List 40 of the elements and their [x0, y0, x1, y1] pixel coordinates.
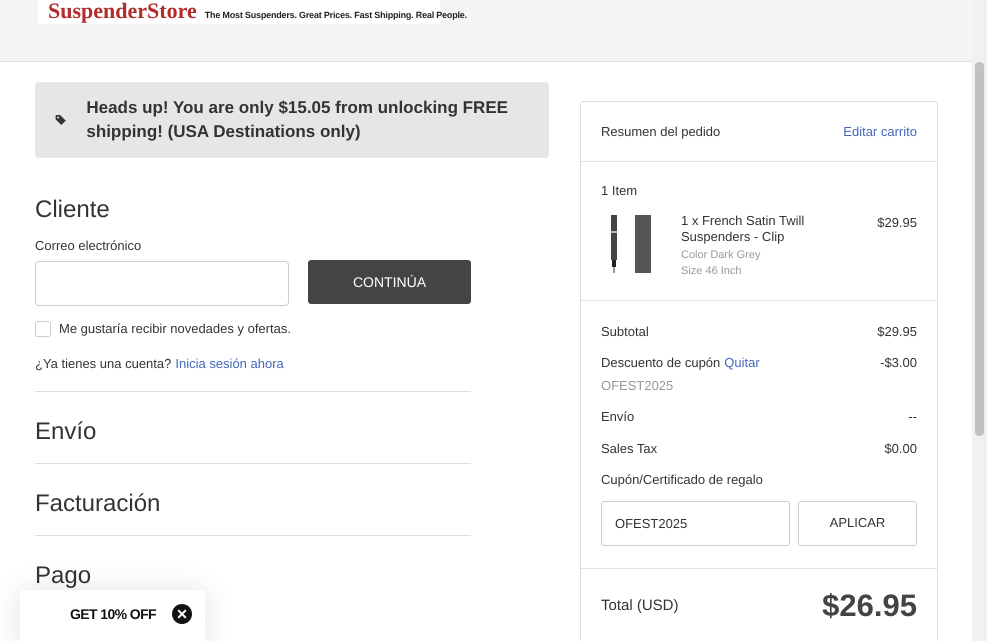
- item-price: $29.95: [877, 214, 917, 232]
- scrollbar-thumb[interactable]: [975, 62, 984, 436]
- total-label: Total (USD): [601, 596, 679, 616]
- section-heading: Pago: [35, 562, 92, 592]
- line-value: $0.00: [884, 440, 917, 458]
- coupon-input-field[interactable]: OFEST2025: [601, 500, 790, 546]
- logo-tagline: The Most Suspenders. Great Prices. Fast Shipping. Real People.: [204, 8, 467, 22]
- summary-title: Resumen del pedido: [601, 122, 720, 141]
- email-input-field[interactable]: [35, 261, 289, 306]
- coupon-code: OFEST2025: [601, 376, 674, 394]
- item-size: Size 46 Inch: [681, 264, 743, 278]
- coupon-label: Cupón/Certificado de regalo: [601, 471, 764, 489]
- line-label: Subtotal: [601, 322, 649, 340]
- section-heading: Facturación: [35, 490, 162, 520]
- logo-text: SuspenderStore: [48, 0, 197, 22]
- checkbox[interactable]: [35, 321, 51, 338]
- checkbox-label: Me gustaría recibir novedades y ofertas.: [59, 320, 291, 338]
- item-title: 1 x French Satin Twill Suspenders - Clip: [681, 212, 806, 244]
- line-value: -$3.00: [880, 354, 917, 372]
- remove-coupon-link[interactable]: Quitar: [724, 353, 760, 372]
- apply-button[interactable]: APLICAR: [798, 500, 917, 546]
- section-heading: Cliente: [35, 196, 111, 225]
- line-value: --: [908, 408, 917, 426]
- notice-text: Heads up! You are only $15.05 from unlocking FREE shipping! (USA Destinations only): [86, 97, 510, 143]
- field-label: Correo electrónico: [35, 236, 142, 255]
- account-prompt: ¿Ya tienes una cuenta?: [35, 354, 172, 373]
- continue-button[interactable]: CONTINÚA: [308, 260, 471, 304]
- line-value: $29.95: [877, 322, 917, 340]
- item-count: 1 Item: [601, 182, 638, 200]
- scrollbar[interactable]: [972, 0, 987, 641]
- item-color: Color Dark Grey: [681, 248, 762, 262]
- section-heading: Envío: [35, 418, 98, 448]
- edit-cart-link[interactable]: Editar carrito: [843, 122, 917, 142]
- promo-text: GET 10% OFF: [70, 605, 156, 624]
- line-label: Sales Tax: [601, 440, 658, 458]
- line-label: Envío: [601, 408, 634, 426]
- sign-in-link[interactable]: Inicia sesión ahora: [175, 354, 284, 374]
- line-label: Descuento de cupón: [601, 354, 720, 372]
- close-button[interactable]: ×: [172, 604, 192, 624]
- total-amount: $26.95: [822, 587, 917, 626]
